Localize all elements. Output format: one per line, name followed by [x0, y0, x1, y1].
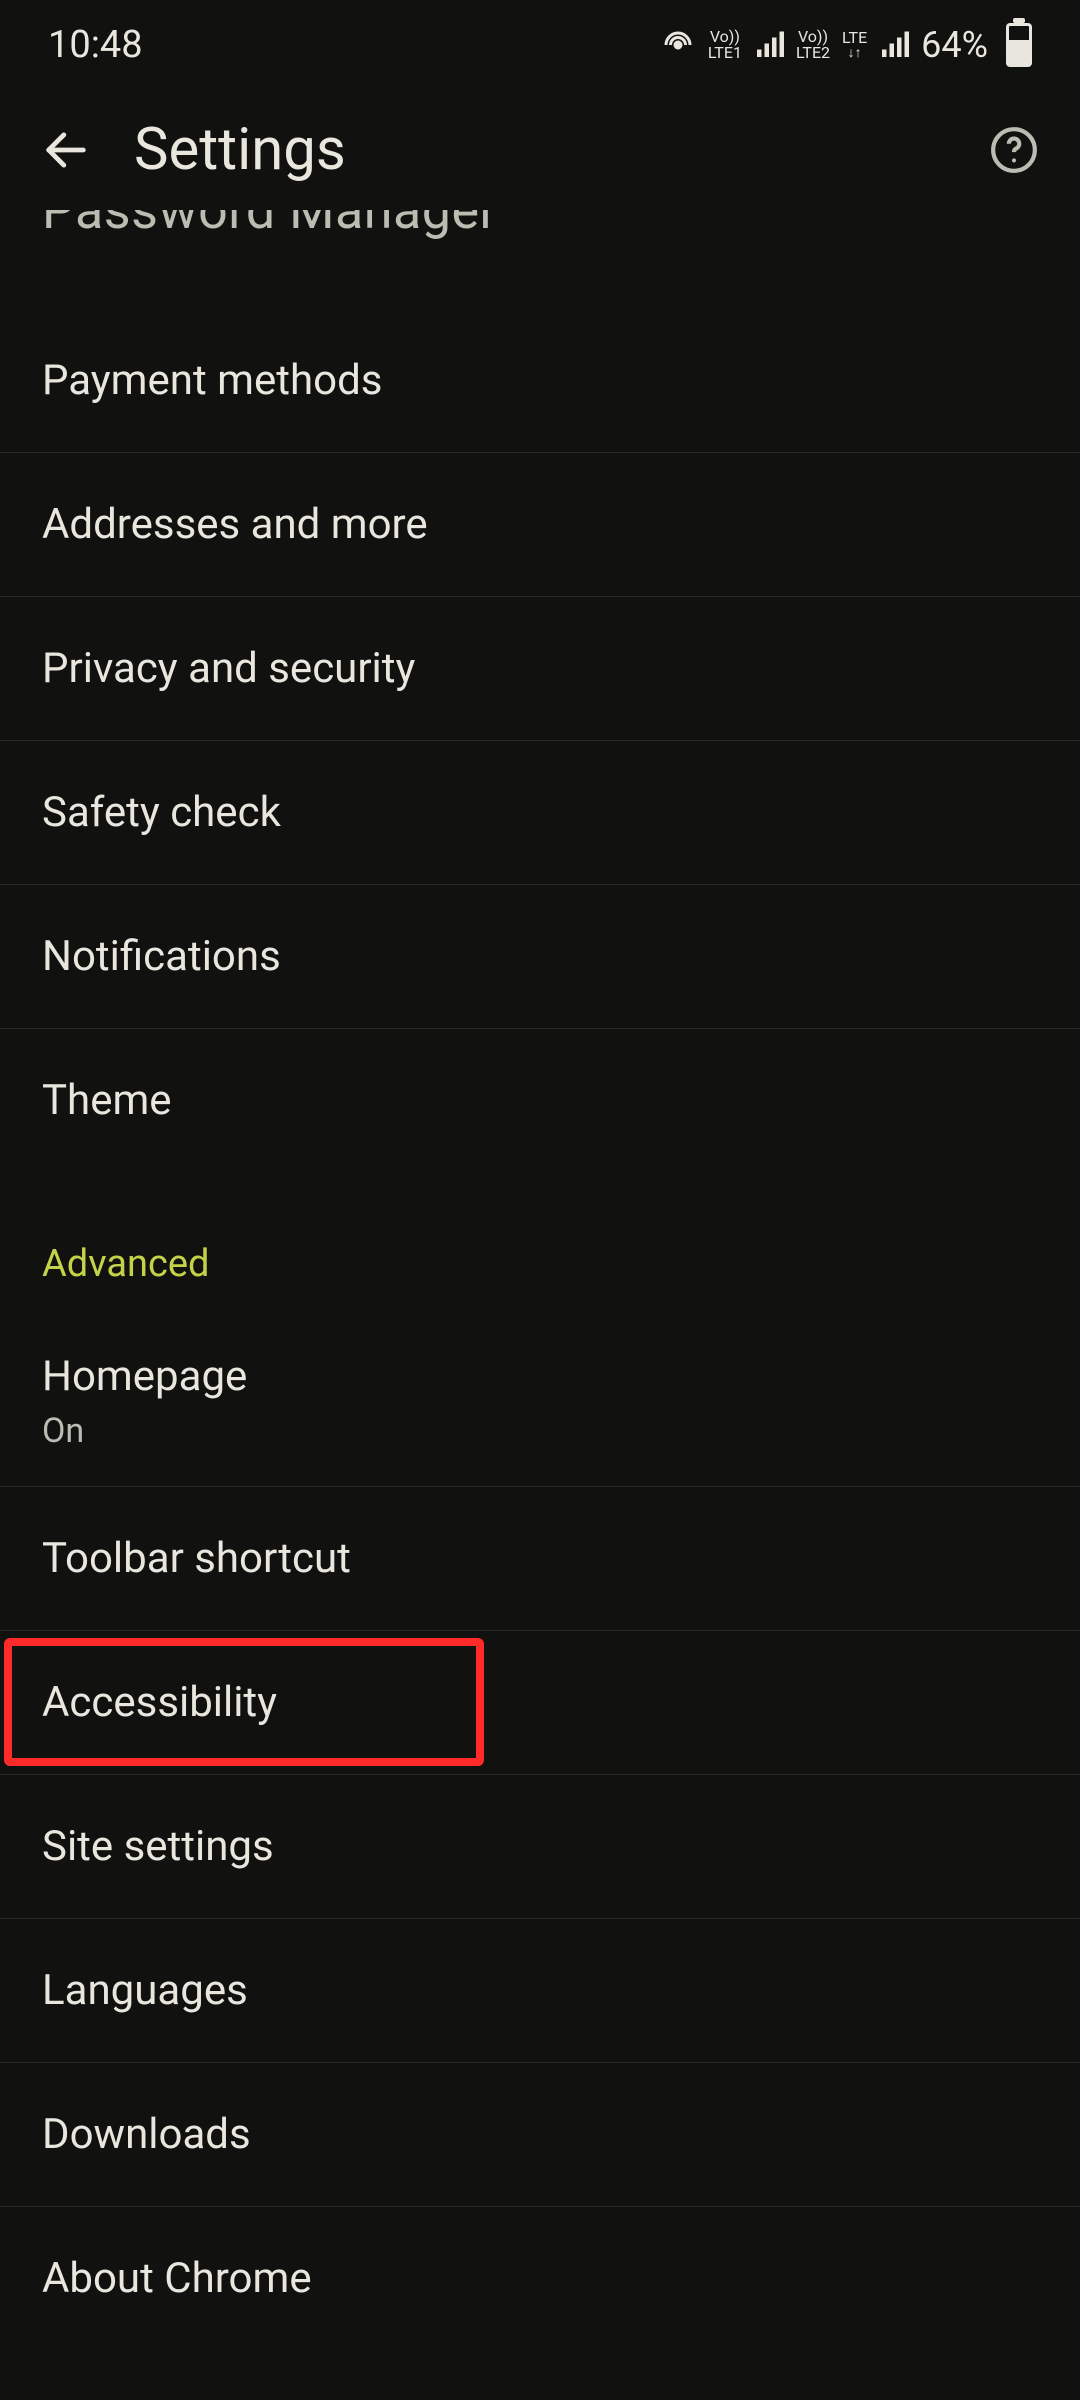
sim2-volte-label: Vo)) LTE2 [796, 29, 830, 61]
settings-item-label: Homepage [42, 1352, 1038, 1401]
help-button[interactable] [984, 120, 1044, 180]
app-bar: Settings [0, 90, 1080, 210]
settings-list[interactable]: Password Manager Payment methods Addresse… [0, 210, 1080, 2400]
settings-item-subtitle: On [42, 1411, 1038, 1451]
settings-item-site-settings[interactable]: Site settings [0, 1774, 1080, 1918]
section-header-advanced: Advanced [0, 1172, 1080, 1316]
signal-bars-2-icon [879, 30, 909, 60]
settings-item-label: Addresses and more [42, 500, 1038, 549]
lte-label: LTE ↓↑ [842, 30, 867, 60]
settings-item-label: Safety check [42, 788, 1038, 837]
settings-item-label: Payment methods [42, 356, 1038, 405]
sim1-volte-label: Vo)) LTE1 [708, 29, 742, 61]
settings-item-label: Site settings [42, 1822, 1038, 1871]
settings-item-label: About Chrome [42, 2254, 1038, 2303]
settings-item-label: Privacy and security [42, 644, 1038, 693]
settings-item-downloads[interactable]: Downloads [0, 2062, 1080, 2206]
back-button[interactable] [36, 120, 96, 180]
settings-item-safety-check[interactable]: Safety check [0, 740, 1080, 884]
hotspot-icon [660, 27, 696, 63]
settings-item-notifications[interactable]: Notifications [0, 884, 1080, 1028]
settings-item-label: Theme [42, 1076, 1038, 1125]
settings-item-label: Password Manager [42, 210, 1038, 241]
settings-item-label: Accessibility [42, 1678, 1038, 1727]
settings-item-addresses-and-more[interactable]: Addresses and more [0, 452, 1080, 596]
status-time: 10:48 [48, 23, 143, 67]
settings-item-label: Languages [42, 1966, 1038, 2015]
settings-item-homepage[interactable]: Homepage On [0, 1316, 1080, 1486]
settings-item-languages[interactable]: Languages [0, 1918, 1080, 2062]
battery-icon [1006, 23, 1032, 67]
status-bar: 10:48 Vo)) LTE1 Vo)) LTE2 LTE ↓↑ 64% [0, 0, 1080, 90]
settings-item-label: Downloads [42, 2110, 1038, 2159]
settings-item-accessibility[interactable]: Accessibility [0, 1630, 1080, 1774]
settings-item-payment-methods[interactable]: Payment methods [0, 308, 1080, 452]
battery-percent: 64% [921, 24, 988, 66]
signal-bars-1-icon [754, 30, 784, 60]
settings-item-privacy-and-security[interactable]: Privacy and security [0, 596, 1080, 740]
settings-item-theme[interactable]: Theme [0, 1028, 1080, 1172]
status-right: Vo)) LTE1 Vo)) LTE2 LTE ↓↑ 64% [660, 23, 1032, 67]
settings-item-label: Notifications [42, 932, 1038, 981]
page-title: Settings [134, 116, 946, 184]
settings-item-label: Toolbar shortcut [42, 1534, 1038, 1583]
settings-item-about-chrome[interactable]: About Chrome [0, 2206, 1080, 2350]
settings-item-toolbar-shortcut[interactable]: Toolbar shortcut [0, 1486, 1080, 1630]
settings-item-password-manager[interactable]: Password Manager [0, 210, 1080, 308]
